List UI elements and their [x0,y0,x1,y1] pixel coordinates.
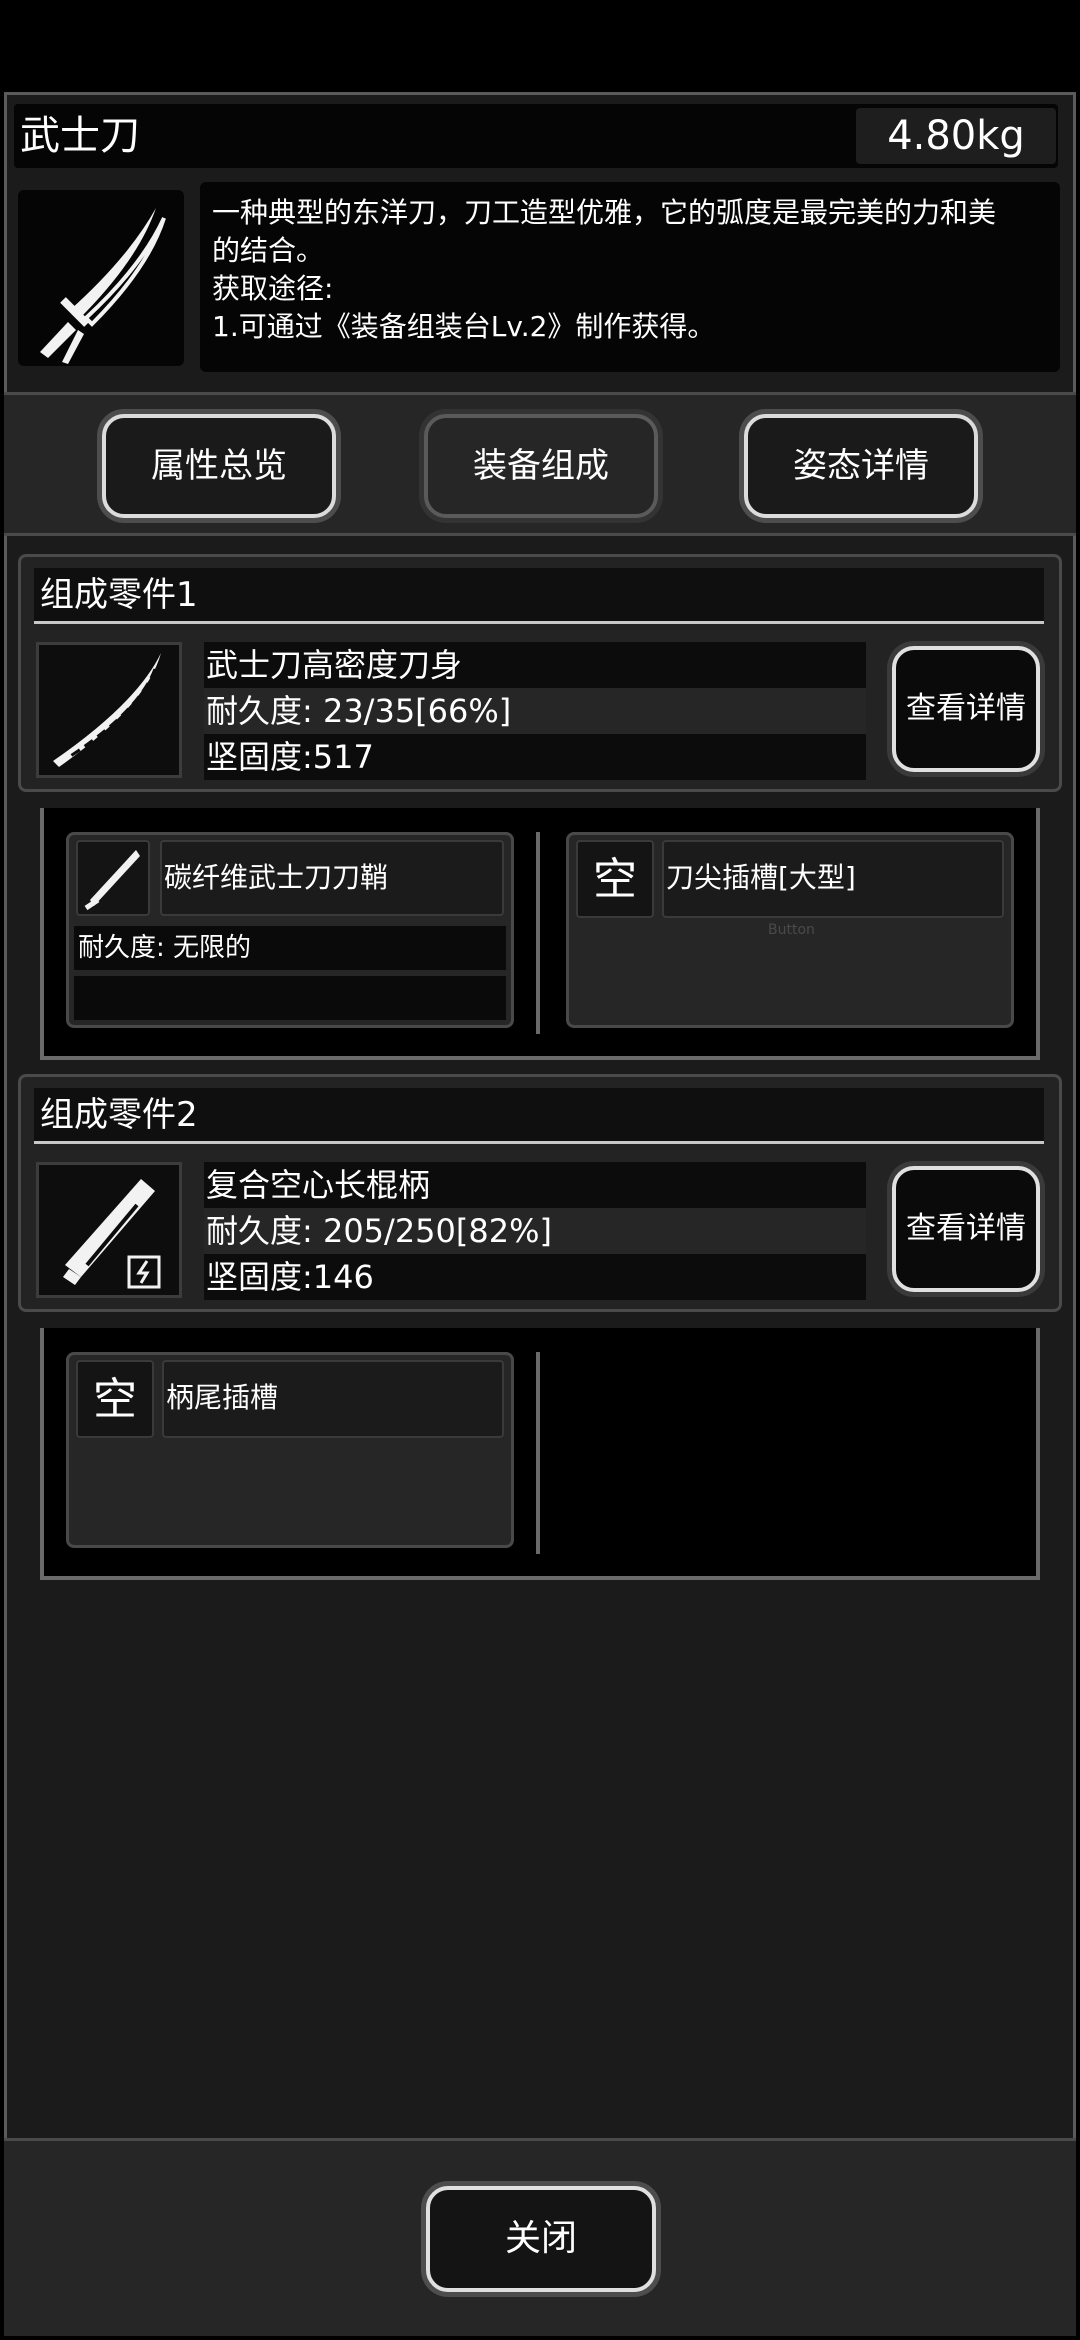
tab-attribute-overview[interactable]: 属性总览 [102,414,336,518]
slot-empty-row [74,976,506,1020]
katana-blade-icon [53,653,161,767]
component-title: 组成零件1 [34,568,1044,624]
item-icon-frame [18,190,184,366]
tab-equipment-composition[interactable]: 装备组成 [424,414,658,518]
slot-name: 碳纤维武士刀刀鞘 [160,840,504,916]
ghost-button-label: Button [768,922,815,938]
slot-name: 刀尖插槽[大型] [662,840,1004,918]
close-button[interactable]: 关闭 [426,2186,656,2292]
description-line: 获取途径: [212,272,334,305]
part-durability: 耐久度: 23/35[66%] [204,688,866,734]
view-details-button[interactable]: 查看详情 [892,1166,1040,1292]
tab-stance-details[interactable]: 姿态详情 [744,414,978,518]
empty-slot-icon: 空 [76,1360,154,1438]
part-name: 复合空心长棍柄 [204,1162,866,1208]
scabbard-icon [76,840,150,916]
description-line: 一种典型的东洋刀，刀工造型优雅，它的弧度是最完美的力和美 [212,196,997,229]
description-line: 1.可通过《装备组装台Lv.2》制作获得。 [212,310,716,343]
description-line: 的结合。 [212,234,325,267]
item-weight: 4.80kg [856,108,1056,164]
slot-divider [536,832,540,1034]
slot-divider [536,1352,540,1554]
part-solidity: 坚固度:517 [204,734,866,780]
hollow-handle-icon [63,1179,161,1289]
katana-icon [40,208,166,364]
part-solidity: 坚固度:146 [204,1254,866,1300]
part-icon-frame [36,1162,182,1298]
empty-slot-icon: 空 [576,840,654,918]
component-title: 组成零件2 [34,1088,1044,1144]
part-durability: 耐久度: 205/250[82%] [204,1208,866,1254]
part-name: 武士刀高密度刀身 [204,642,866,688]
item-name: 武士刀 [20,113,140,159]
slot-durability: 耐久度: 无限的 [74,926,506,970]
view-details-button[interactable]: 查看详情 [892,646,1040,772]
item-description: 一种典型的东洋刀，刀工造型优雅，它的弧度是最完美的力和美 的结合。 获取途径: … [200,182,1060,372]
slot-name: 柄尾插槽 [162,1360,504,1438]
part-icon-frame [36,642,182,778]
